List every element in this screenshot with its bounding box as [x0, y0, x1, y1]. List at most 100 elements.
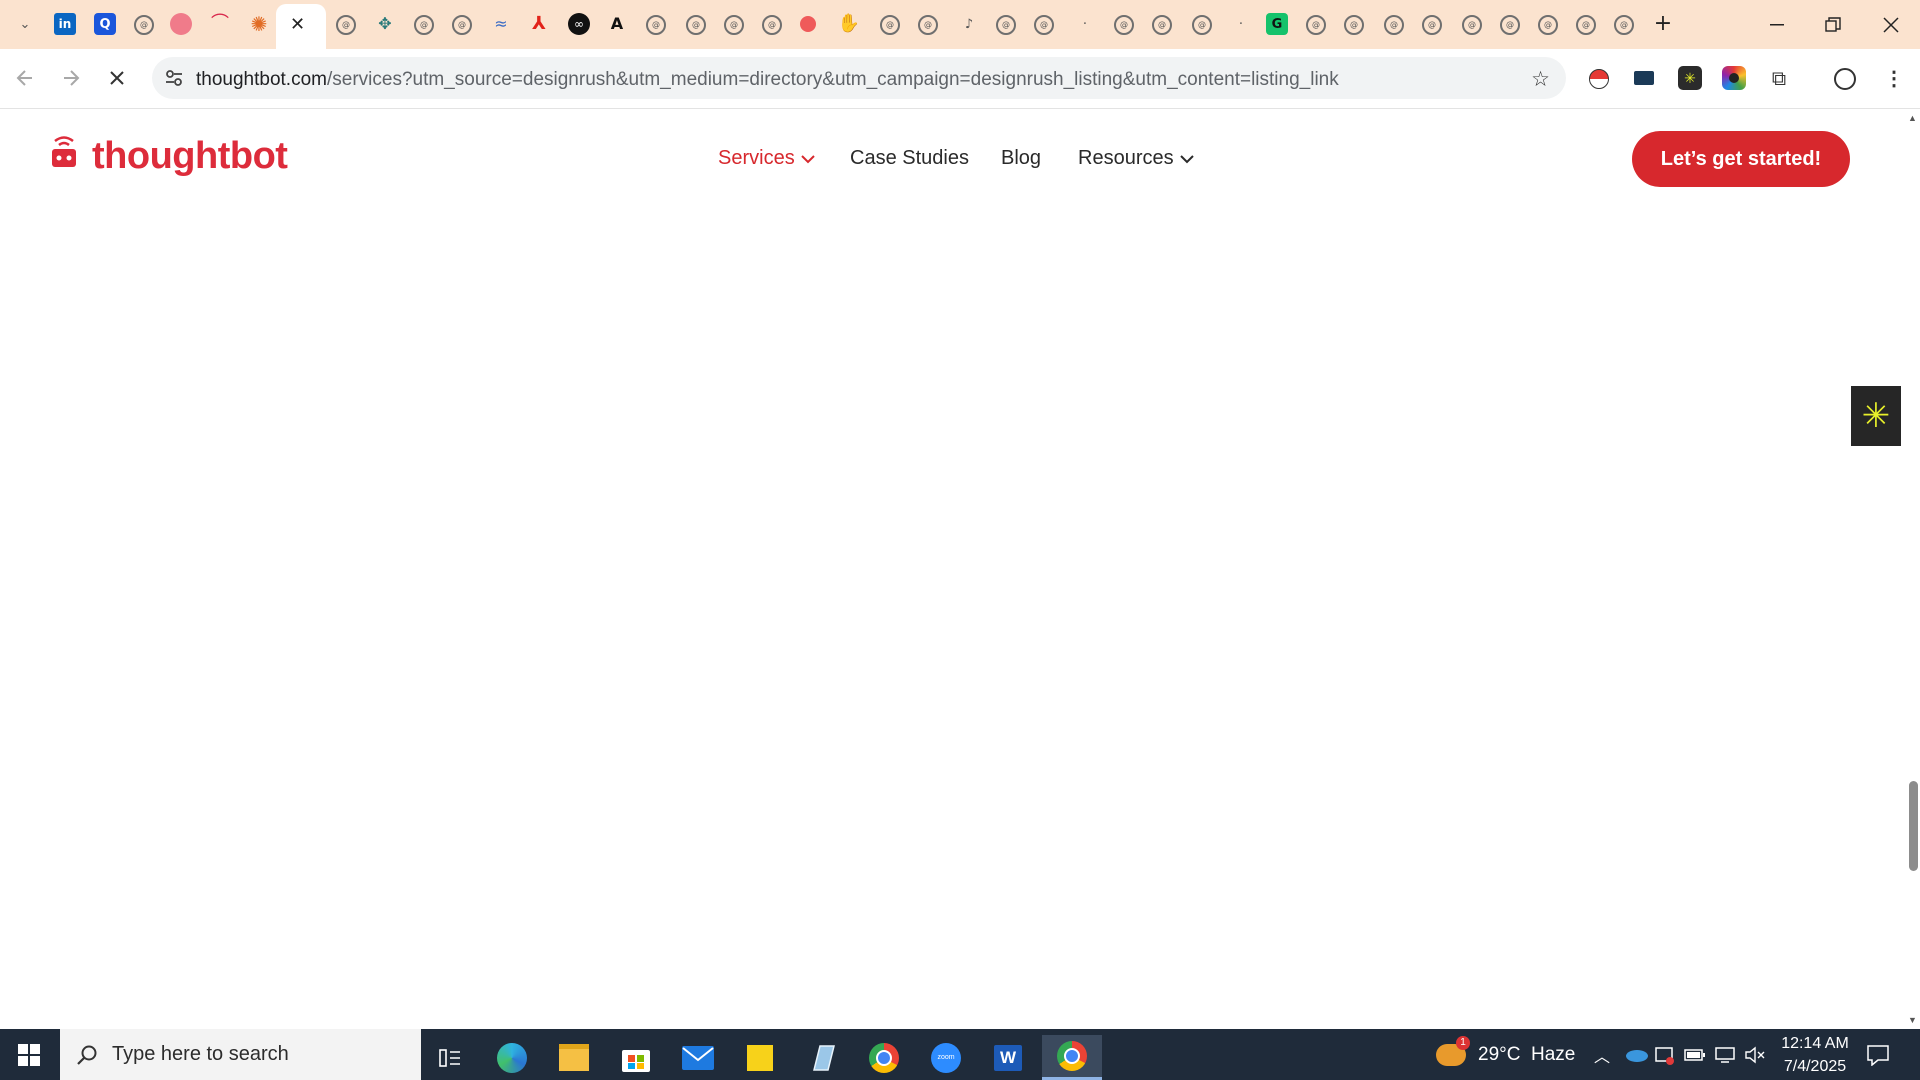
active-tab[interactable]: ✕ — [276, 4, 326, 49]
openai-tab-icon[interactable]: @ — [134, 15, 154, 35]
volume-muted-icon[interactable] — [1744, 1029, 1766, 1080]
red-dot-tab-icon[interactable] — [800, 16, 816, 32]
extensions-puzzle-icon[interactable]: ⧉ — [1767, 66, 1791, 90]
address-bar[interactable]: thoughtbot.com/services?utm_source=desig… — [152, 57, 1566, 99]
openai-tab-icon[interactable]: @ — [996, 15, 1016, 35]
q-tab-icon[interactable]: Q — [94, 13, 116, 35]
hand-tab-icon[interactable]: ✋ — [838, 13, 860, 35]
url-text[interactable]: thoughtbot.com/services?utm_source=desig… — [196, 69, 1339, 91]
show-hidden-icons-chevron-icon[interactable]: ︿ — [1594, 1029, 1610, 1080]
site-logo-text[interactable]: thoughtbot — [92, 135, 288, 178]
openai-tab-icon[interactable]: ♪ — [958, 13, 980, 35]
openai-tab-icon[interactable]: @ — [1152, 15, 1172, 35]
mail-icon[interactable] — [670, 1035, 726, 1080]
pink-tab-icon[interactable] — [170, 13, 192, 35]
a-tab-icon[interactable]: A — [606, 13, 628, 35]
openai-tab-icon[interactable]: @ — [1614, 15, 1634, 35]
openai-tab-icon[interactable]: @ — [452, 15, 472, 35]
openai-tab-icon[interactable]: @ — [762, 15, 782, 35]
pokeball-extension-icon[interactable] — [1589, 69, 1609, 89]
back-arrow-icon[interactable] — [14, 67, 36, 94]
camera-extension-icon[interactable] — [1634, 71, 1654, 85]
nav-case-studies[interactable]: Case Studies — [850, 147, 969, 170]
word-icon[interactable]: W — [980, 1035, 1036, 1080]
openai-tab-icon[interactable]: @ — [414, 15, 434, 35]
openai-tab-icon[interactable]: @ — [1306, 15, 1326, 35]
claude-tab-icon[interactable]: ✺ — [248, 13, 270, 35]
minimize-icon[interactable] — [1757, 10, 1797, 40]
site-settings-icon[interactable] — [164, 68, 184, 93]
asterisk-icon: ✳ — [1861, 396, 1891, 436]
close-tab-icon[interactable]: ✕ — [290, 14, 305, 35]
weather-widget[interactable]: 1 29°C Haze — [1436, 1029, 1575, 1080]
openai-tab-icon[interactable]: @ — [1500, 15, 1520, 35]
lets-get-started-button[interactable]: Let’s get started! — [1632, 131, 1850, 187]
openai-tab-icon[interactable]: @ — [1422, 15, 1442, 35]
nav-case-studies-label: Case Studies — [850, 147, 969, 169]
openai-tab-icon[interactable]: · — [1230, 13, 1252, 35]
openai-tab-icon[interactable]: @ — [1192, 15, 1212, 35]
openai-tab-icon[interactable]: @ — [1384, 15, 1404, 35]
battery-icon[interactable] — [1684, 1029, 1706, 1080]
grammarly-tab-icon[interactable]: G — [1266, 13, 1288, 35]
microsoft-store-icon[interactable] — [608, 1035, 664, 1080]
nav-blog-label: Blog — [1001, 147, 1042, 169]
linkedin-tab-icon[interactable]: in — [54, 13, 76, 35]
page-scrollbar[interactable]: ▲ ▼ — [1906, 109, 1920, 1029]
perplexity-tab-icon[interactable]: ✥ — [374, 13, 396, 35]
openai-tab-icon[interactable]: @ — [1344, 15, 1364, 35]
openai-tab-icon[interactable]: @ — [686, 15, 706, 35]
sticky-notes-icon[interactable] — [732, 1035, 788, 1080]
restore-icon[interactable] — [1813, 10, 1853, 40]
windows-start-icon[interactable] — [18, 1044, 40, 1071]
copilot-tab-icon[interactable]: ≈ — [490, 13, 512, 35]
chrome-active-icon[interactable] — [1042, 1035, 1102, 1080]
openai-tab-icon[interactable]: · — [1074, 13, 1096, 35]
toggl-tab-icon[interactable]: ⌒ — [209, 13, 231, 35]
url-host: thoughtbot.com — [196, 69, 327, 90]
scrollbar-thumb[interactable] — [1909, 781, 1918, 871]
thoughtbot-logo-icon[interactable] — [50, 135, 78, 178]
file-explorer-icon[interactable] — [546, 1035, 602, 1080]
openai-tab-icon[interactable]: @ — [1034, 15, 1054, 35]
browser-menu-icon[interactable]: ⋮ — [1882, 66, 1906, 90]
openai-tab-icon[interactable]: @ — [724, 15, 744, 35]
clock-time: 12:14 AM — [1781, 1034, 1849, 1052]
zoom-icon[interactable]: zoom — [918, 1035, 974, 1080]
taskbar-search-box[interactable]: Type here to search — [60, 1029, 421, 1080]
chrome-profile-icon[interactable] — [856, 1035, 912, 1080]
meta-tab-icon[interactable]: ∞ — [568, 13, 590, 35]
new-tab-icon[interactable]: + — [1652, 13, 1674, 35]
forward-arrow-icon[interactable] — [60, 67, 82, 94]
openai-tab-icon[interactable]: @ — [1462, 15, 1482, 35]
acrobat-tab-icon[interactable]: ⅄ — [528, 13, 550, 35]
nav-services[interactable]: Services — [718, 147, 815, 170]
task-view-icon[interactable] — [422, 1035, 478, 1080]
profile-avatar-icon[interactable] — [1834, 68, 1856, 90]
openai-tab-icon[interactable]: @ — [336, 15, 356, 35]
floating-asterisk-widget[interactable]: ✳ — [1851, 386, 1901, 446]
asterisk-extension-icon[interactable]: ✳ — [1678, 66, 1702, 90]
clock[interactable]: 12:14 AM 7/4/2025 — [1780, 1029, 1850, 1080]
edge-icon[interactable] — [484, 1035, 540, 1080]
openai-tab-icon[interactable]: @ — [918, 15, 938, 35]
network-icon[interactable] — [1714, 1029, 1736, 1080]
stop-loading-icon[interactable] — [106, 67, 128, 94]
nav-blog[interactable]: Blog — [1001, 147, 1041, 170]
onedrive-icon[interactable] — [1624, 1029, 1648, 1080]
openai-tab-icon[interactable]: @ — [1538, 15, 1558, 35]
tab-list-chevron-icon[interactable]: ⌄ — [14, 13, 36, 35]
bookmark-star-icon[interactable]: ☆ — [1531, 67, 1550, 91]
close-window-icon[interactable] — [1871, 10, 1911, 40]
security-shield-icon[interactable] — [1654, 1029, 1674, 1080]
notifications-icon[interactable] — [1866, 1029, 1890, 1080]
openai-tab-icon[interactable]: @ — [880, 15, 900, 35]
scroll-up-arrow-icon[interactable]: ▲ — [1908, 113, 1917, 123]
color-picker-extension-icon[interactable] — [1722, 66, 1746, 90]
openai-tab-icon[interactable]: @ — [1576, 15, 1596, 35]
nav-resources[interactable]: Resources — [1078, 147, 1194, 170]
openai-tab-icon[interactable]: @ — [646, 15, 666, 35]
openai-tab-icon[interactable]: @ — [1114, 15, 1134, 35]
notes-app-icon[interactable] — [794, 1035, 850, 1080]
scroll-down-arrow-icon[interactable]: ▼ — [1908, 1015, 1917, 1025]
